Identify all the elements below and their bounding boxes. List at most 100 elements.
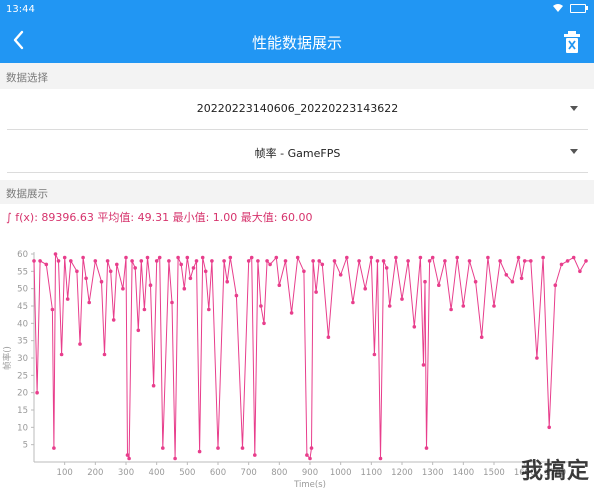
data-point bbox=[148, 283, 153, 287]
data-point bbox=[427, 259, 432, 263]
data-point bbox=[53, 252, 58, 256]
data-point bbox=[50, 307, 55, 312]
x-tick-label: 800 bbox=[271, 468, 287, 478]
data-point bbox=[216, 446, 220, 450]
y-axis-title: 帧率() bbox=[2, 346, 13, 370]
y-tick-label: 5 bbox=[23, 441, 28, 451]
y-tick-label: 20 bbox=[17, 389, 28, 399]
data-point bbox=[188, 276, 193, 281]
data-point bbox=[295, 255, 300, 260]
data-point bbox=[510, 279, 515, 284]
data-point bbox=[253, 453, 257, 457]
data-point bbox=[274, 255, 279, 260]
data-point bbox=[473, 279, 478, 284]
x-tick-label: 300 bbox=[118, 468, 134, 478]
data-point bbox=[249, 255, 254, 260]
x-tick-label: 1400 bbox=[453, 468, 475, 478]
y-tick-label: 60 bbox=[17, 250, 28, 260]
data-point bbox=[200, 255, 205, 260]
data-point bbox=[378, 456, 383, 461]
x-tick-label: 1200 bbox=[391, 468, 413, 478]
data-point bbox=[207, 307, 211, 312]
data-point bbox=[102, 352, 107, 357]
data-point bbox=[289, 311, 294, 315]
data-point bbox=[486, 255, 490, 260]
data-point bbox=[363, 286, 368, 291]
data-point bbox=[182, 286, 187, 291]
metric-select[interactable]: 帧率 - GameFPS bbox=[7, 132, 588, 173]
data-point bbox=[578, 269, 582, 274]
data-point bbox=[565, 259, 570, 263]
data-point bbox=[84, 276, 88, 281]
data-point bbox=[584, 259, 588, 263]
data-point bbox=[479, 335, 484, 339]
data-point bbox=[139, 259, 144, 263]
data-point bbox=[246, 259, 251, 263]
data-point bbox=[125, 453, 130, 457]
data-point bbox=[127, 456, 131, 461]
data-point bbox=[320, 262, 325, 267]
data-point bbox=[167, 259, 171, 263]
data-point bbox=[62, 255, 67, 260]
data-point bbox=[151, 383, 156, 388]
data-point bbox=[430, 255, 435, 260]
data-point bbox=[170, 300, 174, 305]
data-point bbox=[338, 273, 343, 277]
data-point bbox=[418, 255, 423, 260]
data-point bbox=[259, 304, 263, 308]
data-point bbox=[519, 276, 524, 281]
data-point bbox=[203, 269, 208, 274]
trash-icon bbox=[564, 31, 580, 53]
data-point bbox=[99, 279, 104, 284]
session-select-value: 20220223140606_20220223143622 bbox=[196, 102, 399, 115]
data-point bbox=[369, 255, 374, 260]
data-point bbox=[191, 266, 196, 270]
app-bar: 性能数据展示 bbox=[0, 20, 594, 63]
data-point bbox=[492, 304, 496, 308]
data-point bbox=[59, 352, 64, 357]
x-tick-label: 200 bbox=[87, 468, 103, 478]
data-point bbox=[437, 283, 441, 287]
data-point bbox=[234, 293, 239, 298]
data-point bbox=[75, 269, 79, 274]
data-point bbox=[78, 342, 82, 346]
y-tick-label: 50 bbox=[17, 285, 28, 295]
data-point bbox=[111, 318, 116, 322]
data-point bbox=[516, 255, 521, 260]
data-point bbox=[345, 255, 349, 260]
data-point bbox=[93, 259, 98, 263]
data-point bbox=[424, 446, 429, 450]
data-point bbox=[498, 259, 502, 263]
session-select[interactable]: 20220223140606_20220223143622 bbox=[7, 89, 588, 130]
data-point bbox=[108, 269, 113, 274]
x-tick-label: 1000 bbox=[330, 468, 352, 478]
selection-section-header bbox=[0, 63, 594, 89]
data-point bbox=[553, 283, 558, 287]
x-tick-label: 100 bbox=[57, 468, 73, 478]
y-tick-label: 45 bbox=[17, 302, 28, 312]
watermark-text: 我搞定 bbox=[520, 459, 590, 484]
data-point bbox=[185, 255, 190, 260]
chart-series bbox=[32, 252, 588, 461]
chevron-down-icon bbox=[570, 106, 578, 111]
series-line bbox=[33, 253, 587, 460]
data-point bbox=[194, 259, 199, 263]
delete-button[interactable] bbox=[562, 30, 582, 54]
display-section-header bbox=[0, 180, 594, 204]
data-point bbox=[142, 307, 147, 312]
data-point bbox=[65, 297, 70, 301]
data-point bbox=[52, 446, 56, 450]
data-point bbox=[406, 259, 410, 263]
chevron-down-icon bbox=[570, 149, 578, 154]
data-point bbox=[461, 304, 466, 308]
x-axis-title: Time(s) bbox=[293, 480, 326, 489]
data-point bbox=[375, 259, 380, 263]
data-point bbox=[228, 255, 233, 260]
metric-select-value: 帧率 - GameFPS bbox=[254, 147, 341, 160]
data-point bbox=[423, 279, 427, 284]
data-point bbox=[381, 259, 386, 263]
fps-line-chart: 5 10 15 20 25 30 35 40 45 50 55 60 100 200 300 400 500 60… bbox=[2, 250, 588, 489]
data-point bbox=[467, 259, 472, 263]
data-point bbox=[522, 259, 527, 263]
data-point bbox=[32, 259, 36, 263]
